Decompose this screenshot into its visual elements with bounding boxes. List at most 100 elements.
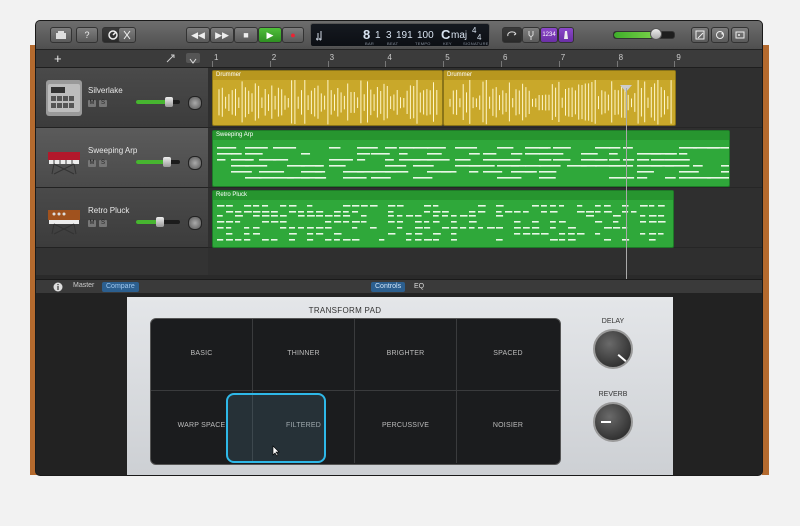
track-volume-slider[interactable] — [136, 97, 180, 107]
midi-note — [413, 177, 433, 179]
arrange-area[interactable]: Drummer Drummer Sweeping Arp Retro Pluck — [208, 68, 762, 275]
retro-pluck-region[interactable]: Retro Pluck — [212, 190, 674, 248]
mute-button[interactable]: M — [88, 100, 96, 107]
midi-note — [649, 215, 657, 217]
editors-button[interactable] — [118, 27, 136, 43]
loops-icon — [716, 31, 724, 39]
forward-button[interactable]: ▶▶ — [210, 27, 234, 43]
midi-note — [325, 227, 332, 229]
midi-note — [523, 211, 529, 213]
count-in-button[interactable]: 1234 — [540, 27, 558, 43]
mute-button[interactable]: M — [88, 160, 96, 167]
pad-cell-basic[interactable]: BASIC — [151, 319, 253, 391]
midi-note — [541, 233, 549, 235]
headphones-icon[interactable]: S — [99, 160, 107, 167]
midi-note — [604, 239, 612, 241]
track-header-retro-pluck[interactable]: Retro Pluck M S — [36, 188, 208, 248]
midi-note — [399, 147, 415, 149]
midi-note — [307, 239, 314, 241]
delay-knob[interactable] — [593, 329, 633, 369]
midi-note — [433, 233, 441, 235]
mute-button[interactable]: M — [88, 220, 96, 227]
track-volume-slider[interactable] — [136, 157, 180, 167]
pad-cell-thinner[interactable]: THINNER — [253, 319, 355, 391]
pad-cell-noisier[interactable]: NOISIER — [457, 391, 559, 463]
filter-dropdown[interactable] — [186, 53, 200, 64]
tab-eq[interactable]: EQ — [410, 282, 428, 292]
forward-icon: ▶▶ — [215, 30, 229, 40]
midi-note — [245, 159, 254, 161]
transform-pad[interactable]: BASIC THINNER BRIGHTER SPACED WARP SPACE… — [150, 318, 561, 465]
midi-note — [679, 153, 688, 155]
tab-controls[interactable]: Controls — [371, 282, 406, 292]
midi-note — [385, 165, 407, 167]
headphones-icon[interactable]: S — [99, 100, 107, 107]
midi-note — [315, 171, 326, 173]
midi-note — [496, 215, 504, 217]
lcd-display[interactable]: 8 1 3 191 100 C maj 4 4 BAR BEAT TEMPO K… — [310, 23, 490, 47]
notepad-button[interactable] — [691, 27, 709, 43]
help-button[interactable]: ? — [76, 27, 98, 43]
drummer-region[interactable]: Drummer — [443, 70, 676, 126]
pad-cell-percussive[interactable]: PERCUSSIVE — [355, 391, 457, 463]
midi-note — [478, 205, 486, 207]
midi-note — [550, 239, 558, 241]
tuner-button[interactable] — [522, 27, 540, 43]
track-volume-knob[interactable] — [165, 97, 173, 107]
midi-note — [334, 239, 340, 241]
play-button[interactable]: ▶ — [258, 27, 282, 43]
metronome-button[interactable] — [558, 27, 574, 43]
loops-button[interactable] — [711, 27, 729, 43]
midi-note — [595, 147, 611, 149]
midi-note — [397, 221, 404, 223]
track-pan-knob[interactable] — [188, 216, 202, 230]
record-button[interactable]: ● — [282, 27, 304, 43]
midi-note — [361, 221, 367, 223]
playhead[interactable] — [626, 88, 627, 296]
midi-note — [433, 205, 439, 207]
midi-note — [415, 233, 423, 235]
midi-note — [451, 221, 457, 223]
ruler[interactable]: 1 2 3 4 5 6 7 8 9 — [208, 50, 762, 68]
headphones-icon[interactable]: S — [99, 220, 107, 227]
midi-note — [253, 227, 260, 229]
midi-note — [413, 147, 429, 149]
midi-note — [568, 227, 576, 229]
midi-note — [244, 239, 251, 241]
catch-playhead-icon[interactable] — [166, 54, 176, 63]
sweeping-arp-region[interactable]: Sweeping Arp — [212, 130, 730, 187]
midi-note — [217, 205, 225, 207]
midi-note — [406, 239, 412, 241]
cycle-button[interactable] — [502, 27, 522, 43]
track-volume-knob[interactable] — [156, 217, 165, 227]
pad-cell-brighter[interactable]: BRIGHTER — [355, 319, 457, 391]
drummer-region[interactable]: Drummer — [212, 70, 443, 126]
info-icon[interactable] — [53, 282, 63, 292]
master-button[interactable]: Master — [73, 282, 94, 289]
midi-note — [271, 215, 278, 217]
midi-note — [581, 165, 597, 167]
master-volume-knob[interactable] — [650, 28, 662, 40]
rewind-button[interactable]: ◀◀ — [186, 27, 210, 43]
midi-note — [514, 221, 521, 223]
track-volume-knob[interactable] — [162, 157, 171, 167]
track-list-empty-area[interactable] — [36, 248, 208, 275]
midi-note — [649, 233, 657, 235]
tracks-header: + — [36, 50, 208, 68]
midi-note — [226, 211, 234, 213]
midi-note — [343, 211, 349, 213]
pad-cell-spaced[interactable]: SPACED — [457, 319, 559, 391]
reverb-knob[interactable] — [593, 402, 633, 442]
add-track-button[interactable]: + — [54, 51, 62, 66]
track-header-sweeping-arp[interactable]: Sweeping Arp M S — [36, 128, 208, 188]
compare-button[interactable]: Compare — [102, 282, 139, 292]
media-button[interactable] — [731, 27, 749, 43]
track-pan-knob[interactable] — [188, 96, 202, 110]
track-volume-slider[interactable] — [136, 217, 180, 227]
ruler-tick — [269, 61, 271, 67]
track-pan-knob[interactable] — [188, 156, 202, 170]
library-button[interactable] — [50, 27, 72, 43]
stop-button[interactable]: ■ — [234, 27, 258, 43]
master-volume-slider[interactable] — [613, 28, 675, 40]
track-header-silverlake[interactable]: Silverlake M S — [36, 68, 208, 128]
